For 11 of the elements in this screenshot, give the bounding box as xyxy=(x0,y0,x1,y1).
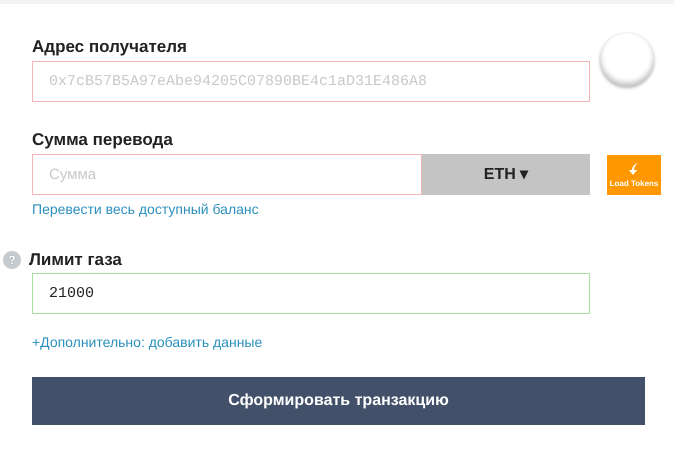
send-all-link[interactable]: Перевести весь доступный баланс xyxy=(32,199,674,220)
submit-button[interactable]: Сформировать транзакцию xyxy=(32,377,645,425)
advanced-link[interactable]: +Дополнительно: добавить данные xyxy=(32,332,674,353)
field-label: Адрес получателя xyxy=(32,36,188,58)
field-label: Лимит газа xyxy=(29,248,122,271)
gas-limit-field[interactable]: 21000 xyxy=(32,273,590,314)
load-tokens-button[interactable]: Load Tokens xyxy=(607,154,661,194)
arrow-icon xyxy=(628,162,640,176)
field-label: Сумма перевода xyxy=(32,129,174,151)
identicon xyxy=(600,33,654,87)
currency-dropdown[interactable]: ETH ▾ xyxy=(422,154,590,195)
